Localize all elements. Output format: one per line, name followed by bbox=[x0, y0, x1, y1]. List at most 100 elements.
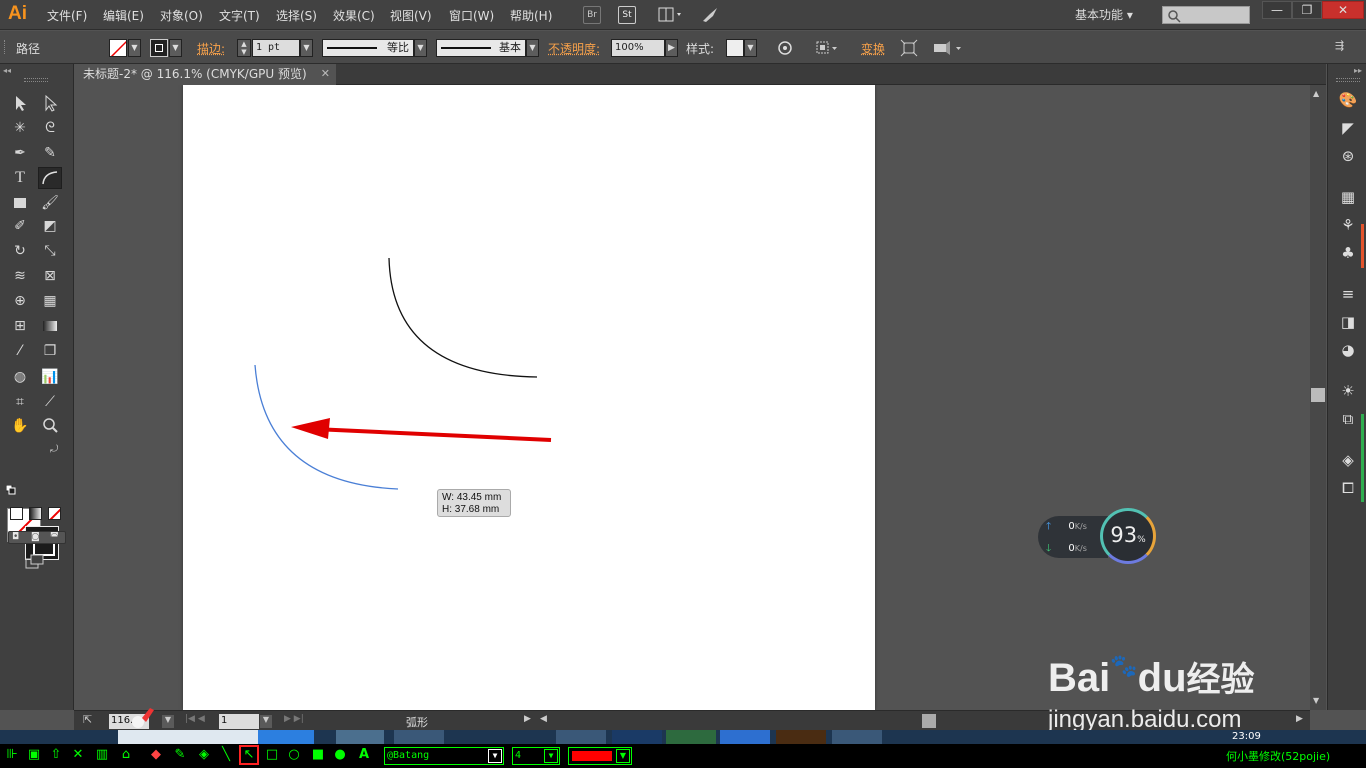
swap-fill-stroke-icon[interactable]: ⤾ bbox=[50, 444, 58, 455]
black-arc-path[interactable] bbox=[388, 257, 538, 378]
profile-dropdown[interactable]: ▼ bbox=[414, 39, 427, 57]
draw-behind-icon[interactable]: ◙ bbox=[31, 532, 40, 542]
menu-effect[interactable]: 效果(C) bbox=[333, 7, 375, 24]
zoom-dropdown[interactable]: ▼ bbox=[162, 715, 174, 728]
size-dropdown-icon[interactable]: ▼ bbox=[544, 749, 558, 763]
shaper-tool-icon[interactable]: ✐ bbox=[8, 215, 32, 237]
brush-definition[interactable]: 基本 bbox=[436, 39, 526, 57]
stock-button[interactable]: St bbox=[618, 6, 636, 24]
artboard-dropdown[interactable]: ▼ bbox=[260, 715, 272, 728]
bridge-button[interactable]: Br bbox=[583, 6, 601, 24]
menu-window[interactable]: 窗口(W) bbox=[449, 7, 494, 24]
size-select[interactable]: 4 ▼ bbox=[512, 747, 560, 765]
collapse-panel-icon[interactable]: ◂◂ bbox=[3, 66, 11, 75]
last-artboard-icon[interactable]: ▶ ▶| bbox=[284, 714, 304, 724]
arrow-tool-icon[interactable]: ↖ bbox=[239, 745, 259, 765]
open-folder-icon[interactable]: ⌂ bbox=[118, 747, 134, 763]
blend-tool-icon[interactable]: ❐ bbox=[38, 340, 62, 362]
menu-select[interactable]: 选择(S) bbox=[276, 7, 317, 24]
color-guide-icon[interactable]: ◤ bbox=[1336, 117, 1360, 139]
draw-inside-icon[interactable]: ◚ bbox=[50, 532, 59, 542]
text-tool-icon[interactable]: A bbox=[356, 747, 372, 763]
symbols-panel-icon[interactable]: ♣ bbox=[1336, 242, 1360, 264]
graphic-styles-icon[interactable]: ⧉ bbox=[1336, 408, 1360, 430]
eraser-icon[interactable]: ◆ bbox=[148, 747, 164, 763]
arrange-documents-icon[interactable] bbox=[657, 6, 685, 24]
transform-bounds-icon[interactable] bbox=[900, 39, 918, 57]
eraser-tool-icon[interactable]: ◩ bbox=[38, 215, 62, 237]
share-icon[interactable]: ⇱ bbox=[83, 713, 92, 726]
symbol-sprayer-tool-icon[interactable]: ◍ bbox=[8, 366, 32, 388]
opacity-label[interactable]: 不透明度: bbox=[548, 40, 600, 57]
recolor-artwork-icon[interactable] bbox=[776, 39, 794, 57]
swatches-panel-icon[interactable]: ▦ bbox=[1336, 186, 1360, 208]
transform-label[interactable]: 变换 bbox=[861, 40, 885, 57]
align-options-icon[interactable] bbox=[815, 39, 841, 57]
system-clock[interactable]: 23:09 bbox=[1232, 731, 1261, 742]
workspace-switcher[interactable]: 基本功能 ▾ bbox=[1075, 6, 1133, 23]
perspective-grid-tool-icon[interactable]: ▦ bbox=[38, 290, 62, 312]
taskbar-app-icon-2[interactable] bbox=[556, 730, 606, 744]
zoom-tool-icon[interactable] bbox=[38, 415, 62, 437]
lasso-tool-icon[interactable]: ᘓ bbox=[38, 117, 62, 139]
eyedropper-tool-icon[interactable]: ⁄ bbox=[8, 340, 32, 362]
fill-color-swatch[interactable] bbox=[109, 39, 127, 57]
taskbar-window[interactable] bbox=[118, 730, 258, 744]
menu-file[interactable]: 文件(F) bbox=[47, 7, 87, 24]
scroll-right-icon[interactable]: ▶ bbox=[1296, 714, 1303, 724]
type-tool-icon[interactable]: T bbox=[8, 167, 32, 189]
taskbar-illustrator-icon[interactable] bbox=[776, 730, 826, 744]
pen-tool-icon[interactable]: ✒ bbox=[8, 142, 32, 164]
brush-dropdown[interactable]: ▼ bbox=[526, 39, 539, 57]
memory-usage-gauge[interactable]: 93% bbox=[1100, 508, 1156, 564]
stroke-color-swatch[interactable] bbox=[150, 39, 168, 57]
menu-type[interactable]: 文字(T) bbox=[219, 7, 260, 24]
exit-icon[interactable]: ✕ bbox=[70, 747, 86, 763]
status-menu-icon[interactable]: ▶ bbox=[524, 714, 531, 724]
opacity-field[interactable]: 100% bbox=[611, 39, 665, 57]
curvature-tool-icon[interactable]: ✎ bbox=[38, 142, 62, 164]
vertical-scroll-thumb[interactable] bbox=[1311, 388, 1325, 402]
appearance-panel-icon[interactable]: ☀ bbox=[1336, 380, 1360, 402]
column-graph-tool-icon[interactable]: 📊 bbox=[38, 366, 62, 388]
graphic-style-swatch[interactable] bbox=[726, 39, 744, 57]
scroll-up-icon[interactable]: ▲ bbox=[1313, 89, 1319, 98]
highlighter-icon[interactable]: ◈ bbox=[196, 747, 212, 763]
pen-menu-icon[interactable]: ⊪ bbox=[4, 747, 20, 763]
stroke-weight-dropdown[interactable]: ▼ bbox=[300, 39, 313, 57]
direct-selection-tool-icon[interactable] bbox=[38, 92, 62, 114]
gradient-mode-icon[interactable] bbox=[29, 507, 42, 520]
draw-normal-icon[interactable]: ◘ bbox=[12, 532, 19, 542]
slice-tool-icon[interactable]: ⟋ bbox=[38, 391, 62, 413]
variable-width-profile[interactable]: 等比 bbox=[322, 39, 414, 57]
restore-button[interactable]: ❐ bbox=[1292, 1, 1322, 19]
rectangle-tool-icon[interactable] bbox=[8, 192, 32, 214]
none-mode-icon[interactable] bbox=[48, 507, 61, 520]
hand-tool-icon[interactable]: ✋ bbox=[8, 415, 32, 437]
scroll-down-icon[interactable]: ▼ bbox=[1313, 696, 1319, 705]
arc-tool-icon[interactable] bbox=[38, 167, 62, 189]
close-button[interactable]: ✕ bbox=[1322, 1, 1364, 19]
transparency-panel-icon[interactable]: ◕ bbox=[1336, 339, 1360, 361]
color-select[interactable]: ▼ bbox=[568, 747, 632, 765]
gradient-tool-icon[interactable] bbox=[38, 315, 62, 337]
stroke-weight-field[interactable]: 1 pt bbox=[252, 39, 300, 57]
isolate-mode-icon[interactable] bbox=[932, 39, 964, 57]
grip-handle[interactable] bbox=[4, 40, 7, 54]
first-artboard-icon[interactable]: |◀ ◀ bbox=[185, 714, 205, 724]
color-dropdown-icon[interactable]: ▼ bbox=[616, 749, 630, 763]
width-tool-icon[interactable]: ≋ bbox=[8, 265, 32, 287]
sync-rocket-icon[interactable] bbox=[700, 5, 720, 25]
status-tool-name[interactable]: 弧形 bbox=[406, 714, 428, 730]
scale-tool-icon[interactable]: ⤡ bbox=[38, 240, 62, 262]
selection-tool-icon[interactable] bbox=[8, 92, 32, 114]
line-icon[interactable]: ╲ bbox=[218, 747, 234, 763]
pencil-icon[interactable]: ✎ bbox=[172, 747, 188, 763]
default-fill-stroke-icon[interactable] bbox=[5, 484, 16, 495]
close-tab-icon[interactable]: ✕ bbox=[321, 64, 330, 84]
rotate-tool-icon[interactable]: ↻ bbox=[8, 240, 32, 262]
menu-view[interactable]: 视图(V) bbox=[390, 7, 432, 24]
screen-mode-icon[interactable] bbox=[24, 554, 46, 570]
taskbar-photoshop-icon[interactable] bbox=[612, 730, 662, 744]
scroll-left-icon[interactable]: ◀ bbox=[540, 714, 547, 724]
